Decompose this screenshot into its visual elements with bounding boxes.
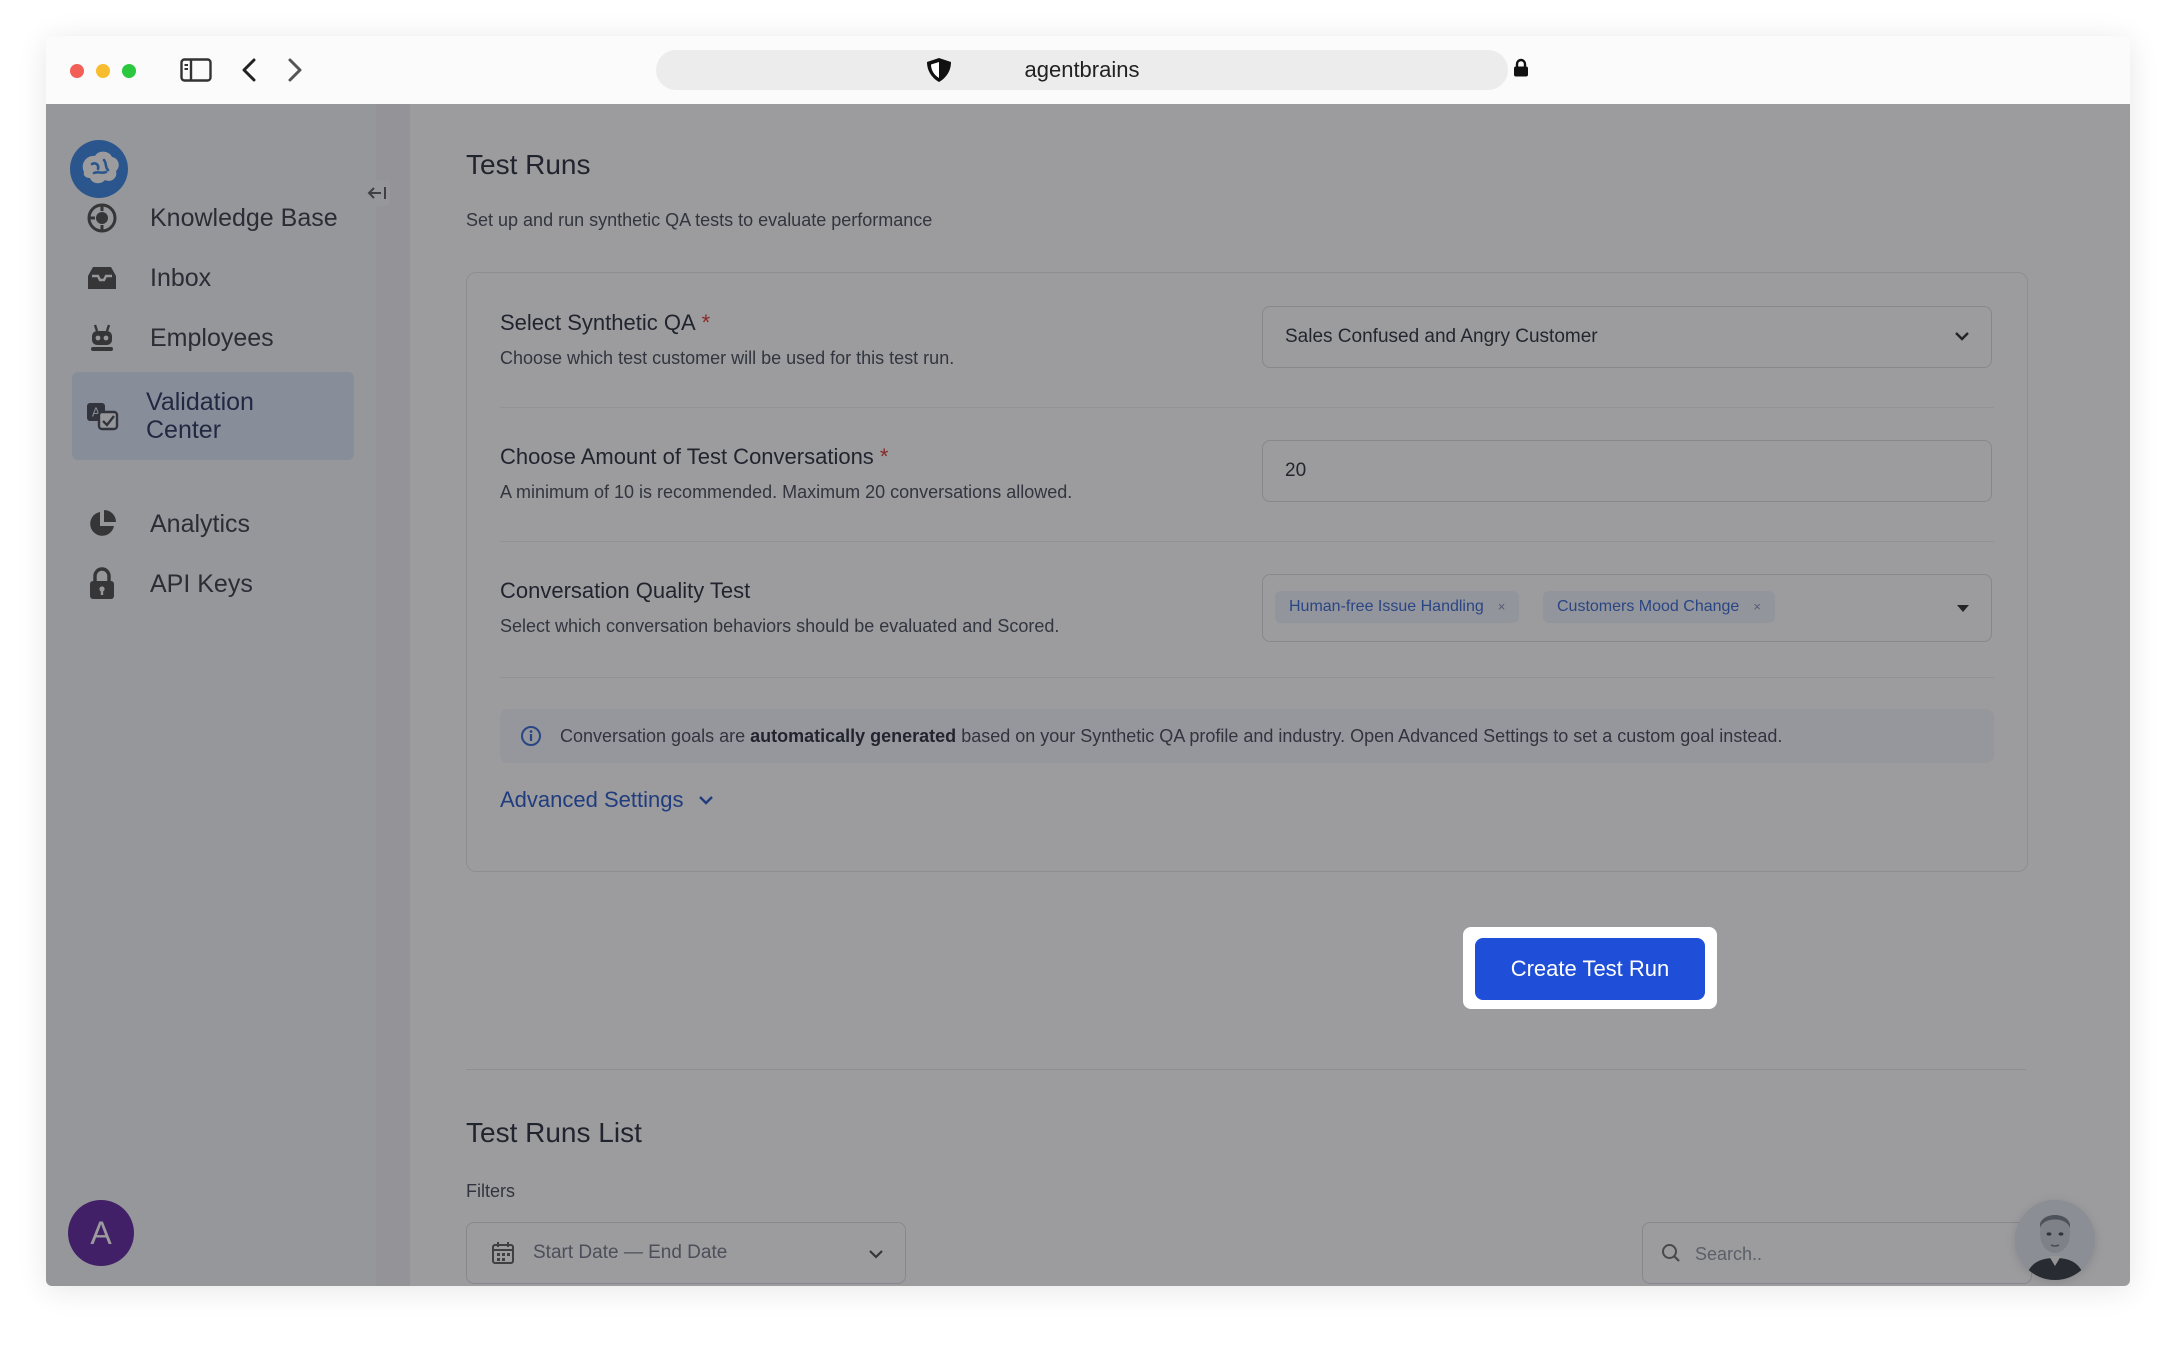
inbox-icon bbox=[84, 260, 120, 296]
quality-test-label: Conversation Quality Test bbox=[500, 578, 751, 603]
sidebar-toggle-icon[interactable] bbox=[180, 54, 212, 86]
pie-chart-icon bbox=[84, 506, 120, 542]
info-text: Conversation goals are automatically gen… bbox=[560, 725, 1783, 746]
lock-icon bbox=[84, 566, 120, 602]
sidebar-item-label: Analytics bbox=[150, 510, 251, 538]
quality-test-help: Select which conversation behaviors shou… bbox=[500, 616, 1060, 636]
back-icon[interactable] bbox=[240, 54, 258, 86]
divider bbox=[500, 541, 1994, 542]
chip-human-free-issue-handling: Human-free Issue Handling × bbox=[1275, 591, 1520, 623]
divider bbox=[500, 407, 1994, 408]
date-range-placeholder: Start Date — End Date bbox=[533, 1242, 728, 1263]
chip-label: Human-free Issue Handling bbox=[1289, 598, 1484, 615]
conversation-amount-help: A minimum of 10 is recommended. Maximum … bbox=[500, 482, 1073, 502]
divider bbox=[500, 677, 1994, 678]
quality-test-multiselect[interactable]: Human-free Issue Handling × Customers Mo… bbox=[1262, 574, 1992, 642]
sidebar-item-validation-center[interactable]: A Validation Center bbox=[72, 372, 354, 460]
test-run-form: Select Synthetic QA * Choose which test c… bbox=[466, 272, 2028, 872]
conversation-amount-label: Choose Amount of Test Conversations * bbox=[500, 444, 889, 469]
app: Knowledge Base Inbox Employees A Validat… bbox=[46, 104, 2130, 1286]
synthetic-qa-value: Sales Confused and Angry Customer bbox=[1285, 326, 1598, 347]
sidebar-item-employees[interactable]: Employees bbox=[72, 300, 354, 376]
maximize-window-button[interactable] bbox=[122, 64, 136, 78]
robot-icon bbox=[84, 320, 120, 356]
user-avatar[interactable]: A bbox=[68, 1200, 134, 1266]
synthetic-qa-select[interactable]: Sales Confused and Angry Customer bbox=[1262, 306, 1992, 368]
page-subtitle: Set up and run synthetic QA tests to eva… bbox=[466, 210, 933, 230]
test-runs-list-title: Test Runs List bbox=[466, 1117, 642, 1148]
page-title: Test Runs bbox=[466, 149, 591, 180]
remove-chip-icon[interactable]: × bbox=[1498, 591, 1506, 623]
sidebar-item-label: Validation Center bbox=[146, 388, 254, 444]
close-window-button[interactable] bbox=[70, 64, 84, 78]
synthetic-qa-help: Choose which test customer will be used … bbox=[500, 348, 955, 368]
advanced-settings-toggle[interactable]: Advanced Settings bbox=[500, 787, 715, 813]
info-icon bbox=[520, 725, 542, 747]
knowledge-base-icon bbox=[84, 200, 120, 236]
create-test-run-button[interactable]: Create Test Run bbox=[1475, 938, 1705, 1000]
synthetic-qa-label: Select Synthetic QA * bbox=[500, 310, 711, 335]
sidebar-edge bbox=[376, 104, 410, 1286]
collapse-sidebar-icon[interactable] bbox=[364, 180, 390, 206]
advanced-settings-label: Advanced Settings bbox=[500, 787, 684, 812]
filters-label: Filters bbox=[466, 1181, 515, 1201]
sidebar-item-label: Employees bbox=[150, 324, 274, 352]
date-range-picker[interactable]: Start Date — End Date bbox=[466, 1222, 906, 1284]
address-text: agentbrains bbox=[1024, 57, 1140, 82]
browser-titlebar: agentbrains bbox=[46, 36, 2130, 105]
browser-window: agentbrains Knowledge Base Inbox Employe… bbox=[46, 36, 2130, 1286]
assistant-avatar[interactable] bbox=[2015, 1200, 2095, 1280]
minimize-window-button[interactable] bbox=[96, 64, 110, 78]
sidebar-item-label: API Keys bbox=[150, 570, 253, 598]
validation-icon: A bbox=[84, 398, 120, 434]
main-content: Test Runs Set up and run synthetic QA te… bbox=[410, 104, 2130, 1286]
address-bar[interactable]: agentbrains bbox=[656, 50, 1508, 90]
calendar-icon bbox=[491, 1241, 515, 1270]
chevron-down-icon bbox=[699, 796, 714, 805]
forward-icon[interactable] bbox=[286, 54, 304, 86]
sidebar: Knowledge Base Inbox Employees A Validat… bbox=[46, 104, 377, 1286]
conversation-amount-value: 20 bbox=[1285, 460, 1307, 481]
search-input[interactable] bbox=[1693, 1233, 1997, 1275]
chevron-down-icon bbox=[867, 1247, 885, 1265]
chevron-down-icon bbox=[1953, 329, 1971, 347]
lock-icon bbox=[1512, 58, 1530, 83]
conversation-amount-input[interactable]: 20 bbox=[1262, 440, 1992, 502]
search-icon bbox=[1661, 1243, 1681, 1268]
section-divider bbox=[466, 1069, 2026, 1070]
info-banner: Conversation goals are automatically gen… bbox=[500, 709, 1994, 763]
remove-chip-icon[interactable]: × bbox=[1753, 591, 1761, 623]
sidebar-item-api-keys[interactable]: API Keys bbox=[72, 546, 354, 622]
chip-customers-mood-change: Customers Mood Change × bbox=[1543, 591, 1775, 623]
caret-down-icon[interactable] bbox=[1955, 601, 1971, 619]
sidebar-item-label: Knowledge Base bbox=[150, 204, 338, 232]
sidebar-item-label: Inbox bbox=[150, 264, 212, 292]
search-box bbox=[1642, 1222, 2032, 1284]
chip-label: Customers Mood Change bbox=[1557, 598, 1740, 615]
